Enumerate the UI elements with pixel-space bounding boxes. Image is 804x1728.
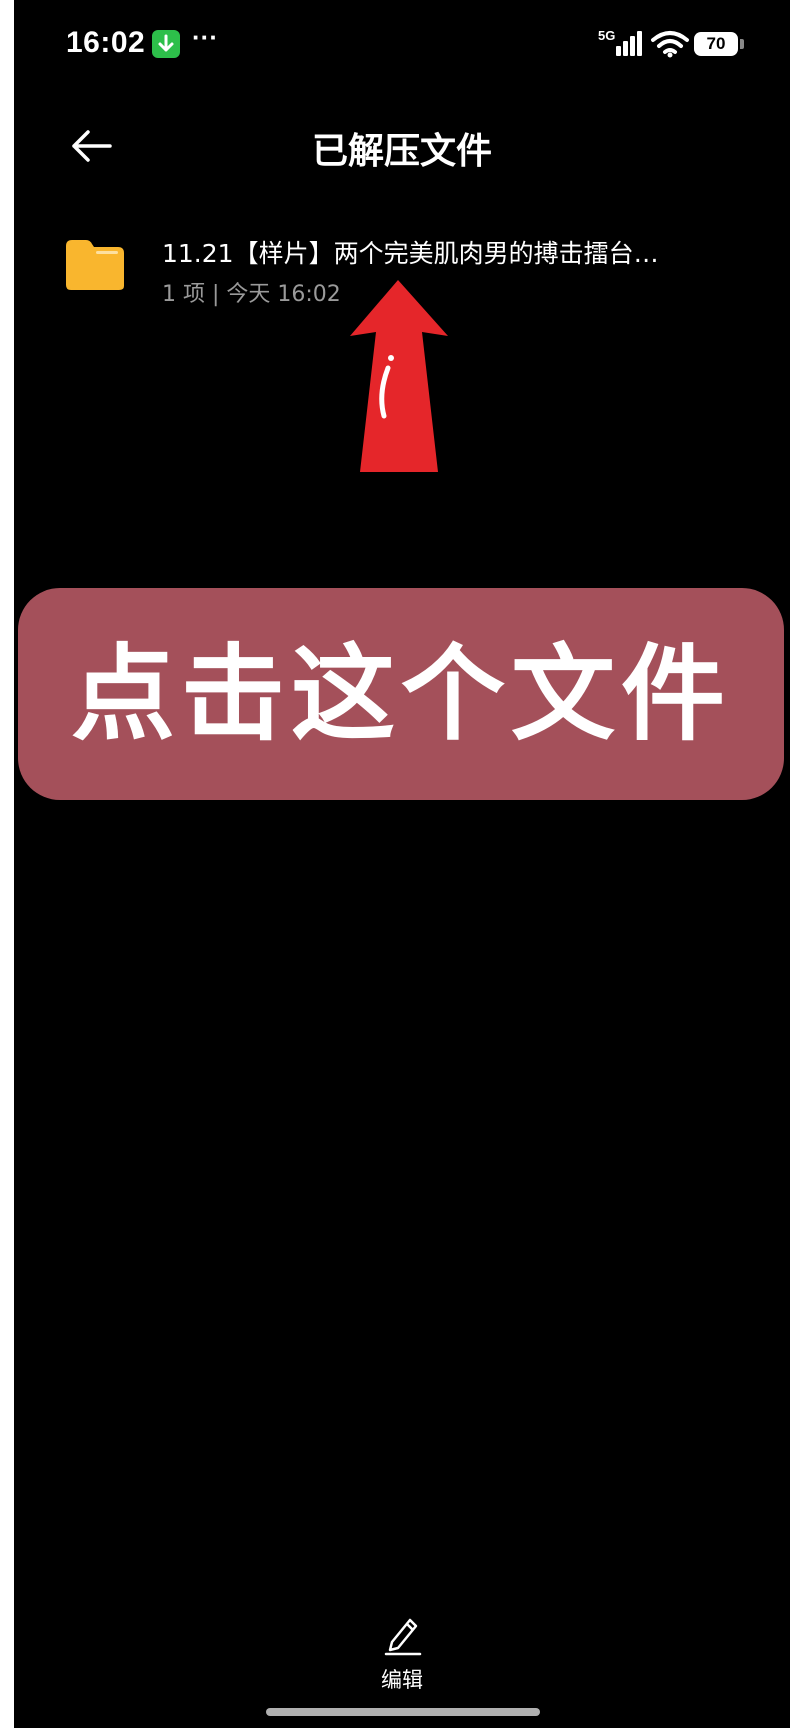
wifi-icon bbox=[651, 31, 689, 58]
more-notifications-indicator: ··· bbox=[192, 22, 218, 52]
download-icon bbox=[152, 30, 180, 58]
signal-icon bbox=[616, 31, 642, 56]
file-name: 11.21【样片】两个完美肌肉男的搏击擂台… bbox=[162, 239, 659, 268]
file-meta: 1 项 | 今天 16:02 bbox=[162, 282, 341, 307]
folder-icon bbox=[66, 240, 124, 290]
edit-label: 编辑 bbox=[381, 1668, 423, 1692]
battery-icon: 70 bbox=[694, 32, 738, 56]
battery-tip bbox=[740, 39, 744, 49]
pencil-icon bbox=[384, 1618, 422, 1656]
phone-screen: 16:02 ··· 5G 70 已解压文件 11.21【样片】两个完美肌肉男的搏… bbox=[14, 0, 790, 1728]
red-up-arrow-icon bbox=[350, 280, 448, 472]
edit-button[interactable]: 编辑 bbox=[354, 1608, 450, 1698]
instruction-callout: 点击这个文件 bbox=[18, 588, 784, 800]
status-time: 16:02 bbox=[66, 26, 146, 59]
home-indicator[interactable] bbox=[266, 1708, 540, 1716]
page-title: 已解压文件 bbox=[311, 131, 492, 172]
